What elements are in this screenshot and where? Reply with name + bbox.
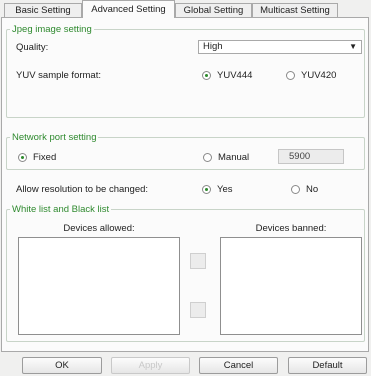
move-to-banned-button[interactable]: [190, 253, 206, 269]
quality-select-value: High: [203, 41, 223, 52]
radio-selected-icon: [202, 185, 211, 194]
quality-label: Quality:: [16, 42, 49, 53]
radio-empty-icon: [291, 185, 300, 194]
apply-button[interactable]: Apply: [111, 357, 190, 374]
manual-port-radio[interactable]: Manual: [203, 152, 249, 163]
lists-group-legend: White list and Black list: [12, 204, 110, 215]
radio-selected-icon: [18, 153, 27, 162]
allow-no-radio[interactable]: No: [291, 184, 318, 195]
yuv420-radio[interactable]: YUV420: [286, 70, 336, 81]
radio-empty-icon: [286, 71, 295, 80]
ok-button[interactable]: OK: [22, 357, 102, 374]
tab-advanced-setting[interactable]: Advanced Setting: [82, 0, 175, 18]
devices-banned-list[interactable]: [220, 237, 362, 335]
devices-allowed-list[interactable]: [18, 237, 180, 335]
yuv-sample-format-label: YUV sample format:: [16, 70, 101, 81]
manual-label: Manual: [218, 152, 250, 163]
radio-empty-icon: [203, 153, 212, 162]
yuv444-label: YUV444: [217, 70, 253, 81]
advanced-setting-panel: Jpeg image setting Quality: High ▼ YUV s…: [1, 17, 369, 352]
radio-selected-icon: [202, 71, 211, 80]
allow-yes-radio[interactable]: Yes: [202, 184, 233, 195]
tab-multicast-setting[interactable]: Multicast Setting: [252, 3, 338, 17]
yes-label: Yes: [217, 184, 233, 195]
default-button[interactable]: Default: [288, 357, 367, 374]
chevron-down-icon: ▼: [349, 42, 357, 51]
devices-allowed-label: Devices allowed:: [63, 223, 135, 234]
allow-resolution-label: Allow resolution to be changed:: [16, 184, 149, 195]
cancel-button[interactable]: Cancel: [199, 357, 278, 374]
port-number-field[interactable]: 5900: [278, 149, 344, 164]
tab-bar: Basic Setting Advanced Setting Global Se…: [0, 0, 371, 18]
network-group-legend: Network port setting: [12, 132, 97, 143]
fixed-port-radio[interactable]: Fixed: [18, 152, 56, 163]
tab-basic-setting[interactable]: Basic Setting: [4, 3, 82, 17]
move-to-allowed-button[interactable]: [190, 302, 206, 318]
tab-global-setting[interactable]: Global Setting: [175, 3, 252, 17]
yuv420-label: YUV420: [301, 70, 337, 81]
fixed-label: Fixed: [33, 152, 57, 163]
devices-banned-label: Devices banned:: [255, 223, 327, 234]
yuv444-radio[interactable]: YUV444: [202, 70, 252, 81]
no-label: No: [306, 184, 319, 195]
quality-select[interactable]: High ▼: [198, 40, 362, 54]
jpeg-group-legend: Jpeg image setting: [12, 24, 92, 35]
